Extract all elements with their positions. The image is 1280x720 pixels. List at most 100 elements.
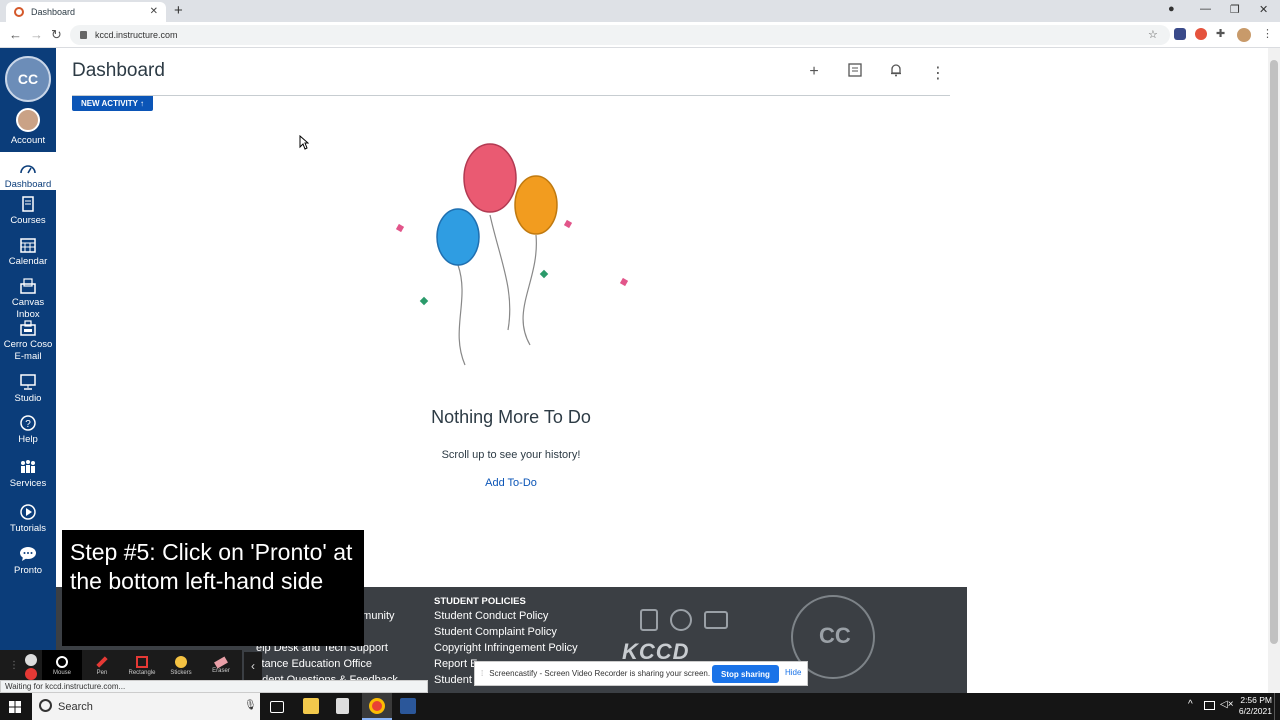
reload-icon[interactable]: ↻ [51,27,62,43]
add-todo-link[interactable]: Add To-Do [380,477,642,489]
help-icon: ? [20,415,36,431]
tool-mouse[interactable]: Mouse [42,650,82,680]
nav-item-canvas-inbox[interactable]: Canvas Inbox [0,278,56,321]
windows-start-icon[interactable] [9,701,21,713]
footer-link-conduct[interactable]: Student Conduct Policy [434,610,548,622]
footer-link-report[interactable]: Report E [434,658,477,670]
options-menu-icon[interactable]: ⋮ [929,63,947,82]
nav-label-account: Account [10,135,46,146]
pronto-icon [20,547,36,561]
footer-link-distance-ed[interactable]: stance Education Office [256,658,372,670]
calculator-icon[interactable] [336,698,349,714]
tray-chevron-icon[interactable]: ^ [1188,699,1193,710]
hide-banner-button[interactable]: Hide [785,668,801,677]
browser-menu-icon[interactable]: ⋮ [1262,27,1273,40]
new-activity-button[interactable]: NEW ACTIVITY ↑ [72,96,153,111]
footer-policies-heading: STUDENT POLICIES [434,596,526,607]
inbox-icon [20,278,36,294]
taskbar-clock[interactable]: 2:56 PM 6/2/2021 [1232,695,1272,717]
browser-tab[interactable]: Dashboard ✕ [6,2,166,22]
screencastify-extension-icon[interactable] [1195,28,1207,40]
nav-label-pronto: Pronto [14,565,42,576]
lock-icon [80,31,87,39]
screen-share-banner: ⁞ Screencastify - Screen Video Recorder … [474,661,808,686]
tool-rectangle-label: Rectangle [128,670,156,676]
courses-icon [22,196,34,212]
chrome-icon [369,698,385,714]
stickers-tool-icon [175,656,187,668]
footer-link-student[interactable]: Student [434,674,472,686]
stop-record-icon[interactable] [25,668,37,680]
empty-state-title: Nothing More To Do [431,407,591,427]
share-drag-icon[interactable]: ⁞ [481,669,483,678]
calendar-icon [20,238,36,253]
tool-eraser[interactable]: Eraser [201,650,241,680]
tool-rectangle[interactable]: Rectangle [122,650,162,680]
search-icon [39,699,52,712]
avatar [16,108,40,132]
restore-icon[interactable]: ❐ [1230,3,1240,16]
header-divider [72,95,950,96]
address-toolbar: ← → ↻ kccd.instructure.com [0,22,1280,48]
nav-label-email-line2: E-mail [14,351,42,362]
show-desktop-button[interactable] [1274,693,1278,720]
bookmark-star-icon[interactable]: ☆ [1148,28,1158,41]
extension-icon[interactable] [1174,28,1186,40]
pen-tool-icon [96,656,108,668]
add-icon[interactable]: + [805,63,823,81]
nav-label-help: Help [18,434,38,445]
back-arrow-icon[interactable]: ← [9,27,22,42]
browser-tab-bar: Dashboard ✕ + ● — ❐ ✕ [0,0,1280,22]
microphone-icon[interactable]: 🎙 [244,700,257,711]
nav-item-studio[interactable]: Studio [0,374,56,405]
notification-bell-icon[interactable] [887,63,905,81]
scrollbar-thumb[interactable] [1270,60,1278,644]
nav-item-account[interactable]: Account [0,108,56,148]
tool-pen[interactable]: Pen [82,650,122,680]
nav-item-calendar[interactable]: Calendar [0,237,56,268]
nav-item-cerro-coso-email[interactable]: Cerro Coso E-mail [0,320,56,363]
share-banner-text: Screencastify - Screen Video Recorder is… [489,669,711,678]
nav-item-help[interactable]: ? Help [0,415,56,446]
taskbar-search-box[interactable]: Search 🎙 [32,693,260,720]
nav-label-courses: Courses [10,215,46,226]
file-explorer-icon[interactable] [303,698,319,714]
footer-link-complaint[interactable]: Student Complaint Policy [434,626,557,638]
nav-item-dashboard[interactable]: Dashboard [0,152,56,190]
nav-item-tutorials[interactable]: Tutorials [0,504,56,535]
page-scrollbar[interactable] [1268,48,1280,693]
tool-eraser-label: Eraser [212,668,230,674]
todo-list-icon[interactable] [846,63,864,81]
profile-indicator-icon[interactable]: ● [1168,3,1175,15]
empty-state-subtitle: Scroll up to see your history! [441,449,581,461]
word-icon[interactable] [400,698,416,714]
screencastify-toolbar: ⋮ Mouse Pen Rectangle Stickers Eraser [0,650,242,680]
nav-item-pronto[interactable]: Pronto [0,546,56,577]
nav-item-courses[interactable]: Courses [0,196,56,227]
window-close-icon[interactable]: ✕ [1259,3,1268,16]
tool-mouse-label: Mouse [52,670,71,676]
profile-avatar-icon[interactable] [1237,28,1251,42]
network-icon[interactable] [1204,701,1215,710]
dashboard-icon [20,165,36,174]
minimize-icon[interactable]: — [1200,3,1211,15]
url-bar[interactable]: kccd.instructure.com [70,25,1170,45]
tool-stickers[interactable]: Stickers [161,650,201,680]
forward-arrow-icon[interactable]: → [30,27,43,42]
clock-time: 2:56 PM [1240,695,1272,705]
eraser-tool-icon [214,656,228,669]
services-icon [21,460,35,473]
global-navigation: CC Account Dashboard Courses Calendar Ca… [0,48,56,693]
footer-link-copyright[interactable]: Copyright Infringement Policy [434,642,578,654]
task-view-icon[interactable] [270,701,284,713]
new-tab-button[interactable]: + [174,2,183,19]
nav-item-services[interactable]: Services [0,459,56,490]
drag-handle-icon[interactable]: ⋮ [9,660,19,671]
tab-close-icon[interactable]: ✕ [150,6,158,17]
college-logo[interactable]: CC [5,56,51,102]
collapse-toolbar-icon[interactable]: ‹ [244,652,262,680]
pause-icon[interactable] [25,654,37,666]
svg-text:?: ? [25,419,31,430]
stop-sharing-button[interactable]: Stop sharing [712,665,779,683]
extensions-puzzle-icon[interactable]: ✚ [1216,27,1225,40]
